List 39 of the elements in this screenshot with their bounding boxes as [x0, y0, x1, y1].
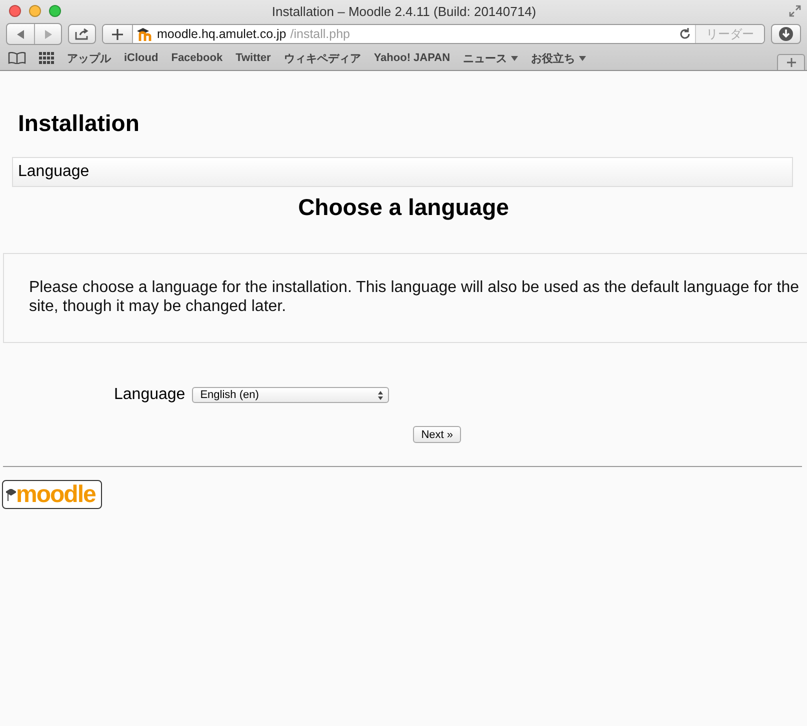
bookmark-item[interactable]: ニュース	[463, 50, 508, 66]
forward-arrow-icon	[44, 30, 52, 38]
plus-icon	[786, 58, 796, 67]
section-bar: Language	[12, 157, 793, 187]
back-arrow-icon	[16, 30, 24, 38]
download-icon	[778, 26, 794, 42]
share-button[interactable]	[68, 24, 96, 44]
share-icon	[74, 28, 90, 40]
close-button[interactable]	[9, 5, 21, 17]
page-heading: Installation	[18, 109, 140, 137]
book-icon[interactable]	[8, 52, 26, 64]
language-select[interactable]: English (en)	[192, 387, 390, 403]
plus-icon	[112, 28, 123, 40]
new-tab-button[interactable]	[777, 54, 805, 70]
bookmark-item[interactable]: Yahoo! JAPAN	[374, 52, 450, 64]
next-button[interactable]: Next »	[413, 426, 461, 443]
grid-icon[interactable]	[39, 52, 54, 64]
caret-icon[interactable]	[511, 56, 518, 60]
fullscreen-icon[interactable]	[789, 5, 801, 17]
zoom-button[interactable]	[49, 5, 61, 17]
bookmark-item[interactable]: ウィキペディア	[284, 50, 361, 66]
caret-icon[interactable]	[579, 56, 586, 60]
bookmark-item[interactable]: アップル	[67, 50, 111, 66]
bookmark-item[interactable]: Twitter	[236, 52, 271, 64]
bookmark-item[interactable]: お役立ち	[531, 50, 576, 66]
add-bookmark-button[interactable]	[103, 25, 133, 43]
section-heading: Choose a language	[297, 193, 510, 221]
url-path: /install.php	[290, 27, 350, 41]
address-field[interactable]: moodle.hq.amulet.co.jp /install.php リーダー	[102, 24, 765, 44]
intro-text: Please choose a language for the installation. This language will also be used as the default language for the site, though it may be changed later.	[29, 278, 800, 316]
bookmark-item[interactable]: Facebook	[171, 52, 223, 64]
site-favicon-icon	[137, 27, 153, 41]
field-label: Language	[114, 386, 186, 404]
downloads-button[interactable]	[771, 24, 801, 44]
stepper-arrows-icon	[378, 390, 384, 400]
reload-icon[interactable]	[679, 28, 691, 40]
bookmark-item[interactable]: iCloud	[124, 52, 158, 64]
window-title: Installation – Moodle 2.4.11 (Build: 20140714)	[270, 4, 538, 18]
url-host: moodle.hq.amulet.co.jp	[157, 27, 286, 41]
